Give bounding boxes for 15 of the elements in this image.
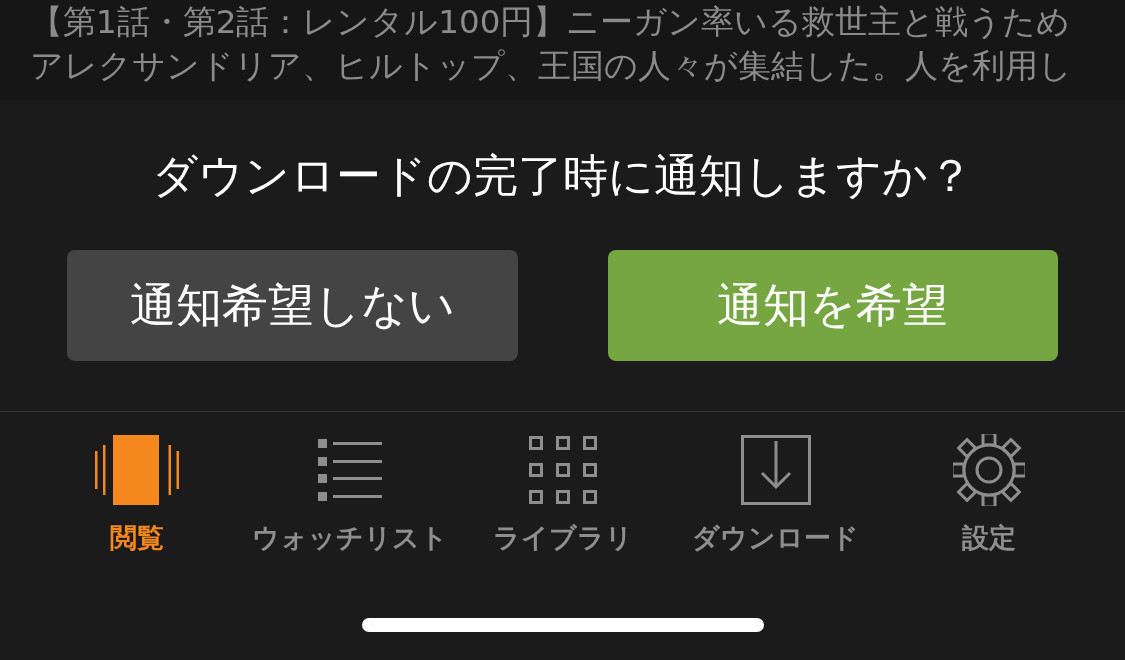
settings-icon bbox=[952, 434, 1025, 506]
tab-item[interactable]: 閲覧 bbox=[30, 432, 243, 556]
grid-icon bbox=[528, 436, 597, 504]
player-icon bbox=[94, 435, 179, 505]
tab-item[interactable]: ライブラリ bbox=[456, 432, 669, 556]
download-icon bbox=[740, 435, 811, 505]
confirm-button[interactable]: 通知を希望 bbox=[607, 250, 1058, 361]
tab-item[interactable]: ダウンロード bbox=[669, 432, 882, 556]
dialog-question: ダウンロードの完了時に通知しますか？ bbox=[152, 148, 973, 204]
list-icon bbox=[317, 439, 382, 501]
tab-item[interactable]: ウォッチリスト bbox=[243, 432, 456, 556]
description-text: 【第1話・第2話：レンタル100円】ニーガン率いる救世主と戦うため bbox=[30, 2, 1072, 43]
tab-item[interactable]: 設定 bbox=[882, 432, 1095, 556]
description-text: アレクサンドリア、ヒルトップ、王国の人々が集結した。人を利用し bbox=[30, 46, 1073, 87]
decline-button[interactable]: 通知希望しない bbox=[67, 250, 518, 361]
